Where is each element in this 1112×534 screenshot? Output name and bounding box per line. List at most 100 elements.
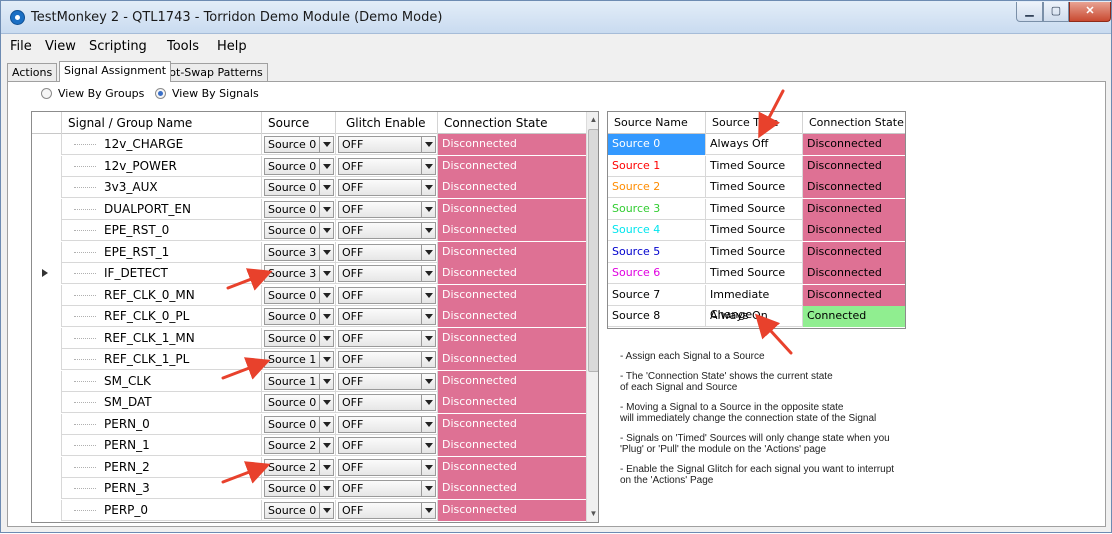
source-row[interactable]: Source 2 Timed Source Disconnected <box>608 177 905 199</box>
scroll-down-arrow-icon[interactable]: ▼ <box>588 507 598 521</box>
menu-view[interactable]: View <box>45 39 76 54</box>
glitch-dropdown[interactable]: OFF <box>338 179 436 196</box>
row-header[interactable] <box>32 499 62 521</box>
dropdown-arrow-icon[interactable] <box>421 309 435 324</box>
source-dropdown[interactable]: Source 0 <box>264 329 334 347</box>
dropdown-arrow-icon[interactable] <box>421 438 435 453</box>
dropdown-arrow-icon[interactable] <box>421 287 435 303</box>
glitch-dropdown[interactable]: OFF <box>338 458 436 476</box>
menu-tools[interactable]: Tools <box>167 39 199 54</box>
source-dropdown[interactable]: Source 0 <box>264 157 334 175</box>
column-header-signal-name[interactable]: Signal / Group Name <box>62 112 262 134</box>
row-header[interactable] <box>32 220 62 241</box>
minimize-button[interactable]: ▁ <box>1016 2 1043 22</box>
source-name-cell[interactable]: Source 7 <box>608 284 706 306</box>
source-name-cell[interactable]: Source 3 <box>608 198 706 220</box>
scroll-thumb[interactable] <box>588 129 598 372</box>
source-dropdown[interactable]: Source 3 <box>264 265 334 282</box>
source-row[interactable]: Source 1 Timed Source Disconnected <box>608 155 905 177</box>
glitch-dropdown[interactable]: OFF <box>338 243 436 261</box>
source-name-cell[interactable]: Source 2 <box>608 177 706 198</box>
glitch-dropdown[interactable]: OFF <box>338 308 436 325</box>
signal-row[interactable]: 12v_CHARGE Source 0 OFF Disconnected <box>32 134 586 155</box>
maximize-button[interactable]: ▢ <box>1043 2 1069 22</box>
source-dropdown[interactable]: Source 0 <box>264 394 334 411</box>
row-header[interactable] <box>32 177 62 198</box>
dropdown-arrow-icon[interactable] <box>319 459 333 475</box>
source-dropdown[interactable]: Source 1 <box>264 351 334 368</box>
dropdown-arrow-icon[interactable] <box>421 373 435 389</box>
signal-row[interactable]: SM_DAT Source 0 OFF Disconnected <box>32 392 586 413</box>
row-header[interactable] <box>32 456 62 478</box>
signal-row[interactable]: DUALPORT_EN Source 0 OFF Disconnected <box>32 198 586 220</box>
glitch-dropdown[interactable]: OFF <box>338 437 436 454</box>
row-header[interactable] <box>32 134 62 155</box>
menu-file[interactable]: File <box>10 39 32 54</box>
signal-row[interactable]: REF_CLK_0_MN Source 0 OFF Disconnected <box>32 284 586 306</box>
signal-row[interactable]: REF_CLK_0_PL Source 0 OFF Disconnected <box>32 306 586 327</box>
source-row[interactable]: Source 6 Timed Source Disconnected <box>608 263 905 285</box>
signal-row[interactable]: PERN_0 Source 0 OFF Disconnected <box>32 413 586 435</box>
source-row[interactable]: Source 3 Timed Source Disconnected <box>608 198 905 220</box>
source-dropdown[interactable]: Source 0 <box>264 179 334 196</box>
row-header[interactable] <box>32 198 62 220</box>
dropdown-arrow-icon[interactable] <box>319 180 333 195</box>
dropdown-arrow-icon[interactable] <box>421 395 435 410</box>
row-header[interactable] <box>32 306 62 327</box>
menu-help[interactable]: Help <box>217 39 247 54</box>
column-header-connection-state[interactable]: Connection State <box>438 112 586 134</box>
dropdown-arrow-icon[interactable] <box>421 416 435 432</box>
dropdown-arrow-icon[interactable] <box>319 395 333 410</box>
column-header-source-type[interactable]: Source Type <box>706 112 803 134</box>
dropdown-arrow-icon[interactable] <box>319 502 333 518</box>
row-header[interactable] <box>32 435 62 456</box>
source-dropdown[interactable]: Source 2 <box>264 437 334 454</box>
glitch-dropdown[interactable]: OFF <box>338 351 436 368</box>
source-name-cell[interactable]: Source 5 <box>608 241 706 263</box>
tab-actions[interactable]: Actions <box>7 63 58 81</box>
row-header[interactable] <box>32 241 62 263</box>
row-header[interactable] <box>32 155 62 177</box>
row-header[interactable] <box>32 392 62 413</box>
source-dropdown[interactable]: Source 3 <box>264 243 334 261</box>
tab-signal-assignment[interactable]: Signal Assignment <box>59 61 172 82</box>
dropdown-arrow-icon[interactable] <box>421 502 435 518</box>
source-row[interactable]: Source 8 Always On Connected <box>608 306 905 328</box>
dropdown-arrow-icon[interactable] <box>421 266 435 281</box>
glitch-dropdown[interactable]: OFF <box>338 372 436 390</box>
signal-row[interactable]: REF_CLK_1_PL Source 1 OFF Disconnected <box>32 349 586 370</box>
dropdown-arrow-icon[interactable] <box>319 158 333 174</box>
dropdown-arrow-icon[interactable] <box>319 373 333 389</box>
dropdown-arrow-icon[interactable] <box>319 330 333 346</box>
dropdown-arrow-icon[interactable] <box>319 287 333 303</box>
view-by-groups-radio[interactable] <box>41 88 52 99</box>
signal-row[interactable]: EPE_RST_0 Source 0 OFF Disconnected <box>32 220 586 241</box>
signal-row[interactable]: 3v3_AUX Source 0 OFF Disconnected <box>32 177 586 198</box>
view-by-groups-option[interactable]: View By Groups <box>41 87 144 103</box>
source-name-cell[interactable]: Source 0 <box>608 134 706 155</box>
glitch-dropdown[interactable]: OFF <box>338 136 436 153</box>
dropdown-arrow-icon[interactable] <box>421 352 435 367</box>
source-dropdown[interactable]: Source 0 <box>264 136 334 153</box>
column-header-source-name[interactable]: Source Name <box>608 112 706 134</box>
close-button[interactable]: ✕ <box>1069 2 1111 22</box>
dropdown-arrow-icon[interactable] <box>319 266 333 281</box>
dropdown-arrow-icon[interactable] <box>421 223 435 238</box>
glitch-dropdown[interactable]: OFF <box>338 200 436 218</box>
signal-row[interactable]: SM_CLK Source 1 OFF Disconnected <box>32 370 586 392</box>
glitch-dropdown[interactable]: OFF <box>338 286 436 304</box>
signal-row[interactable]: PERN_1 Source 2 OFF Disconnected <box>32 435 586 456</box>
dropdown-arrow-icon[interactable] <box>319 137 333 152</box>
dropdown-arrow-icon[interactable] <box>421 330 435 346</box>
glitch-dropdown[interactable]: OFF <box>338 415 436 433</box>
dropdown-arrow-icon[interactable] <box>421 180 435 195</box>
source-dropdown[interactable]: Source 1 <box>264 372 334 390</box>
source-dropdown[interactable]: Source 0 <box>264 480 334 497</box>
tab-hot-swap-patterns[interactable]: Hot-Swap Patterns <box>156 63 268 81</box>
dropdown-arrow-icon[interactable] <box>421 459 435 475</box>
dropdown-arrow-icon[interactable] <box>421 137 435 152</box>
source-dropdown[interactable]: Source 0 <box>264 308 334 325</box>
row-header[interactable] <box>32 284 62 306</box>
signal-row[interactable]: REF_CLK_1_MN Source 0 OFF Disconnected <box>32 327 586 349</box>
signal-row[interactable]: 12v_POWER Source 0 OFF Disconnected <box>32 155 586 177</box>
